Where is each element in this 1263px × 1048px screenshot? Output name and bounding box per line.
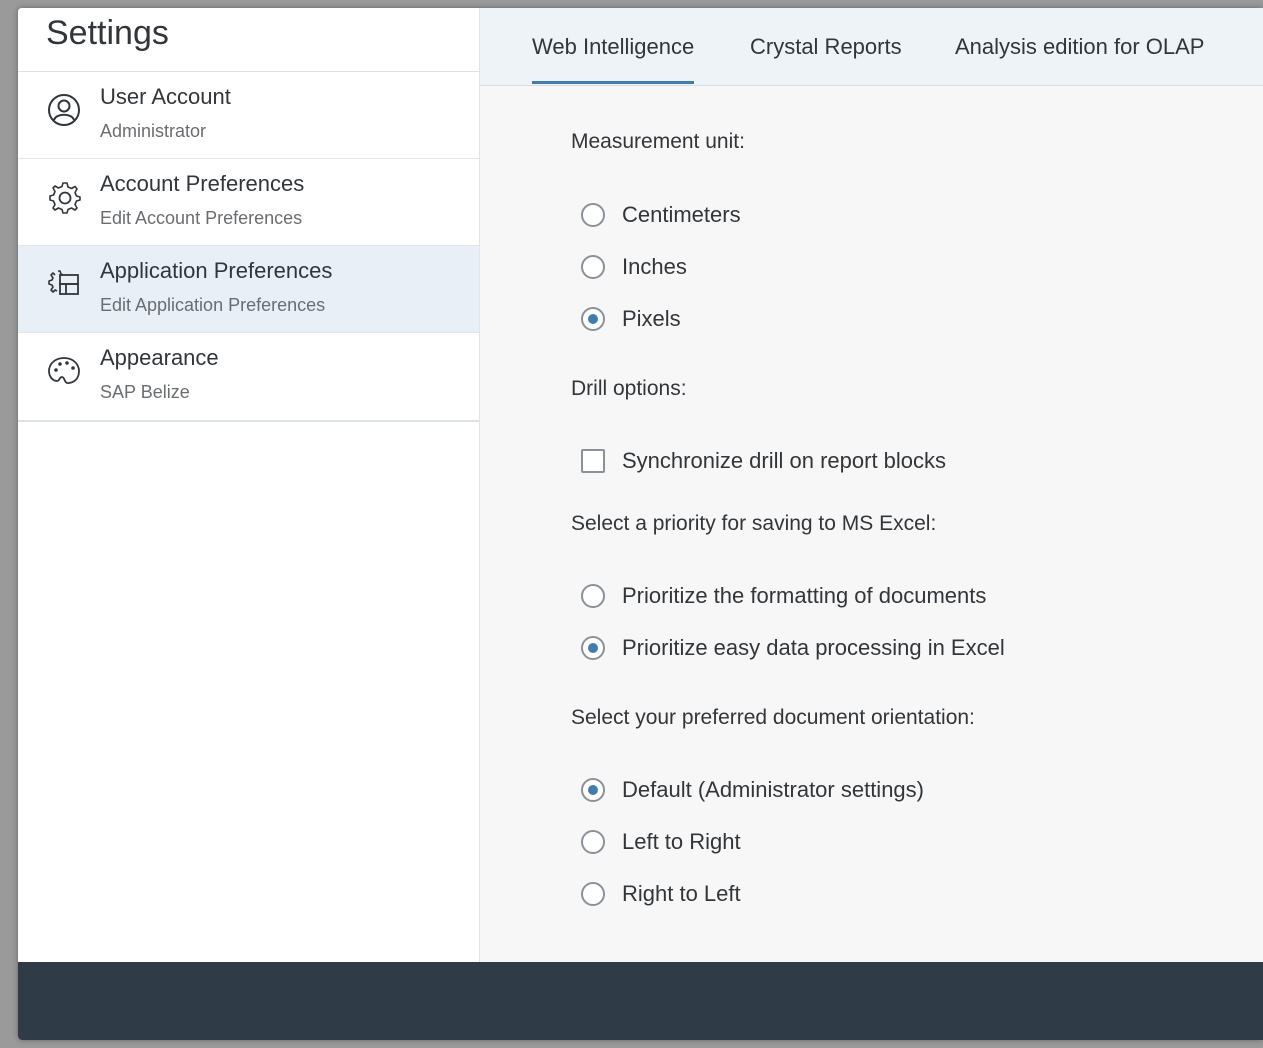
- radio-button[interactable]: [581, 307, 605, 331]
- settings-detail-pane: Web Intelligence Crystal Reports Analysi…: [480, 8, 1263, 962]
- radio-button[interactable]: [581, 584, 605, 608]
- orientation-label: Select your preferred document orientati…: [571, 706, 975, 729]
- radio-label: Centimeters: [622, 202, 741, 227]
- radio-label: Prioritize easy data processing in Excel: [622, 635, 1005, 660]
- app-settings-icon: [48, 270, 79, 295]
- tab-analysis-olap[interactable]: Analysis edition for OLAP: [955, 34, 1204, 60]
- nav-item-application-preferences[interactable]: Application Preferences Edit Application…: [18, 246, 479, 333]
- tab-web-intelligence[interactable]: Web Intelligence: [532, 34, 695, 84]
- radio-prioritize-data-processing[interactable]: Prioritize easy data processing in Excel: [581, 633, 1005, 663]
- tab-crystal-reports[interactable]: Crystal Reports: [750, 34, 902, 60]
- radio-label: Left to Right: [622, 829, 741, 854]
- nav-item-user-account[interactable]: User Account Administrator: [18, 72, 479, 159]
- radio-label: Right to Left: [622, 881, 741, 906]
- gear-icon: [49, 182, 81, 214]
- radio-button[interactable]: [581, 203, 605, 227]
- radio-pixels[interactable]: Pixels: [581, 304, 681, 334]
- radio-label: Inches: [622, 254, 687, 279]
- nav-item-subtitle: Edit Application Preferences: [100, 295, 326, 315]
- radio-label: Pixels: [622, 306, 681, 331]
- palette-icon: [48, 357, 80, 384]
- settings-title: Settings: [46, 14, 169, 52]
- radio-button[interactable]: [581, 255, 605, 279]
- nav-item-title: Application Preferences: [100, 258, 333, 283]
- radio-left-to-right[interactable]: Left to Right: [581, 827, 741, 857]
- nav-item-subtitle: Administrator: [100, 121, 207, 141]
- nav-item-subtitle: SAP Belize: [100, 382, 190, 402]
- settings-nav-list: User Account Administrator Account Prefe…: [18, 72, 479, 422]
- dialog-footer: [18, 962, 1263, 1040]
- nav-item-subtitle: Edit Account Preferences: [100, 208, 303, 228]
- nav-item-account-preferences[interactable]: Account Preferences Edit Account Prefere…: [18, 159, 479, 246]
- settings-dialog: Settings User Account Administrator Acco…: [18, 8, 1263, 1040]
- settings-master-pane: Settings User Account Administrator Acco…: [18, 8, 480, 962]
- nav-item-title: Appearance: [100, 345, 219, 370]
- checkbox[interactable]: [581, 449, 605, 473]
- user-icon: [48, 94, 80, 126]
- radio-inches[interactable]: Inches: [581, 252, 687, 282]
- tab-bar: Web Intelligence Crystal Reports Analysi…: [480, 8, 1263, 86]
- radio-button[interactable]: [581, 636, 605, 660]
- checkbox-label: Synchronize drill on report blocks: [622, 448, 947, 473]
- radio-button[interactable]: [581, 830, 605, 854]
- checkbox-sync-drill[interactable]: Synchronize drill on report blocks: [581, 446, 946, 476]
- radio-default-orientation[interactable]: Default (Administrator settings): [581, 775, 924, 805]
- nav-item-title: User Account: [100, 84, 231, 109]
- radio-label: Default (Administrator settings): [622, 777, 924, 802]
- nav-item-appearance[interactable]: Appearance SAP Belize: [18, 333, 479, 420]
- radio-right-to-left[interactable]: Right to Left: [581, 879, 741, 909]
- radio-label: Prioritize the formatting of documents: [622, 583, 987, 608]
- settings-header: Settings: [18, 8, 479, 72]
- measurement-unit-label: Measurement unit:: [571, 130, 745, 153]
- drill-options-label: Drill options:: [571, 377, 687, 400]
- excel-priority-label: Select a priority for saving to MS Excel…: [571, 512, 937, 535]
- radio-button[interactable]: [581, 778, 605, 802]
- radio-prioritize-formatting[interactable]: Prioritize the formatting of documents: [581, 581, 986, 611]
- nav-item-title: Account Preferences: [100, 171, 305, 196]
- radio-button[interactable]: [581, 882, 605, 906]
- radio-centimeters[interactable]: Centimeters: [581, 200, 741, 230]
